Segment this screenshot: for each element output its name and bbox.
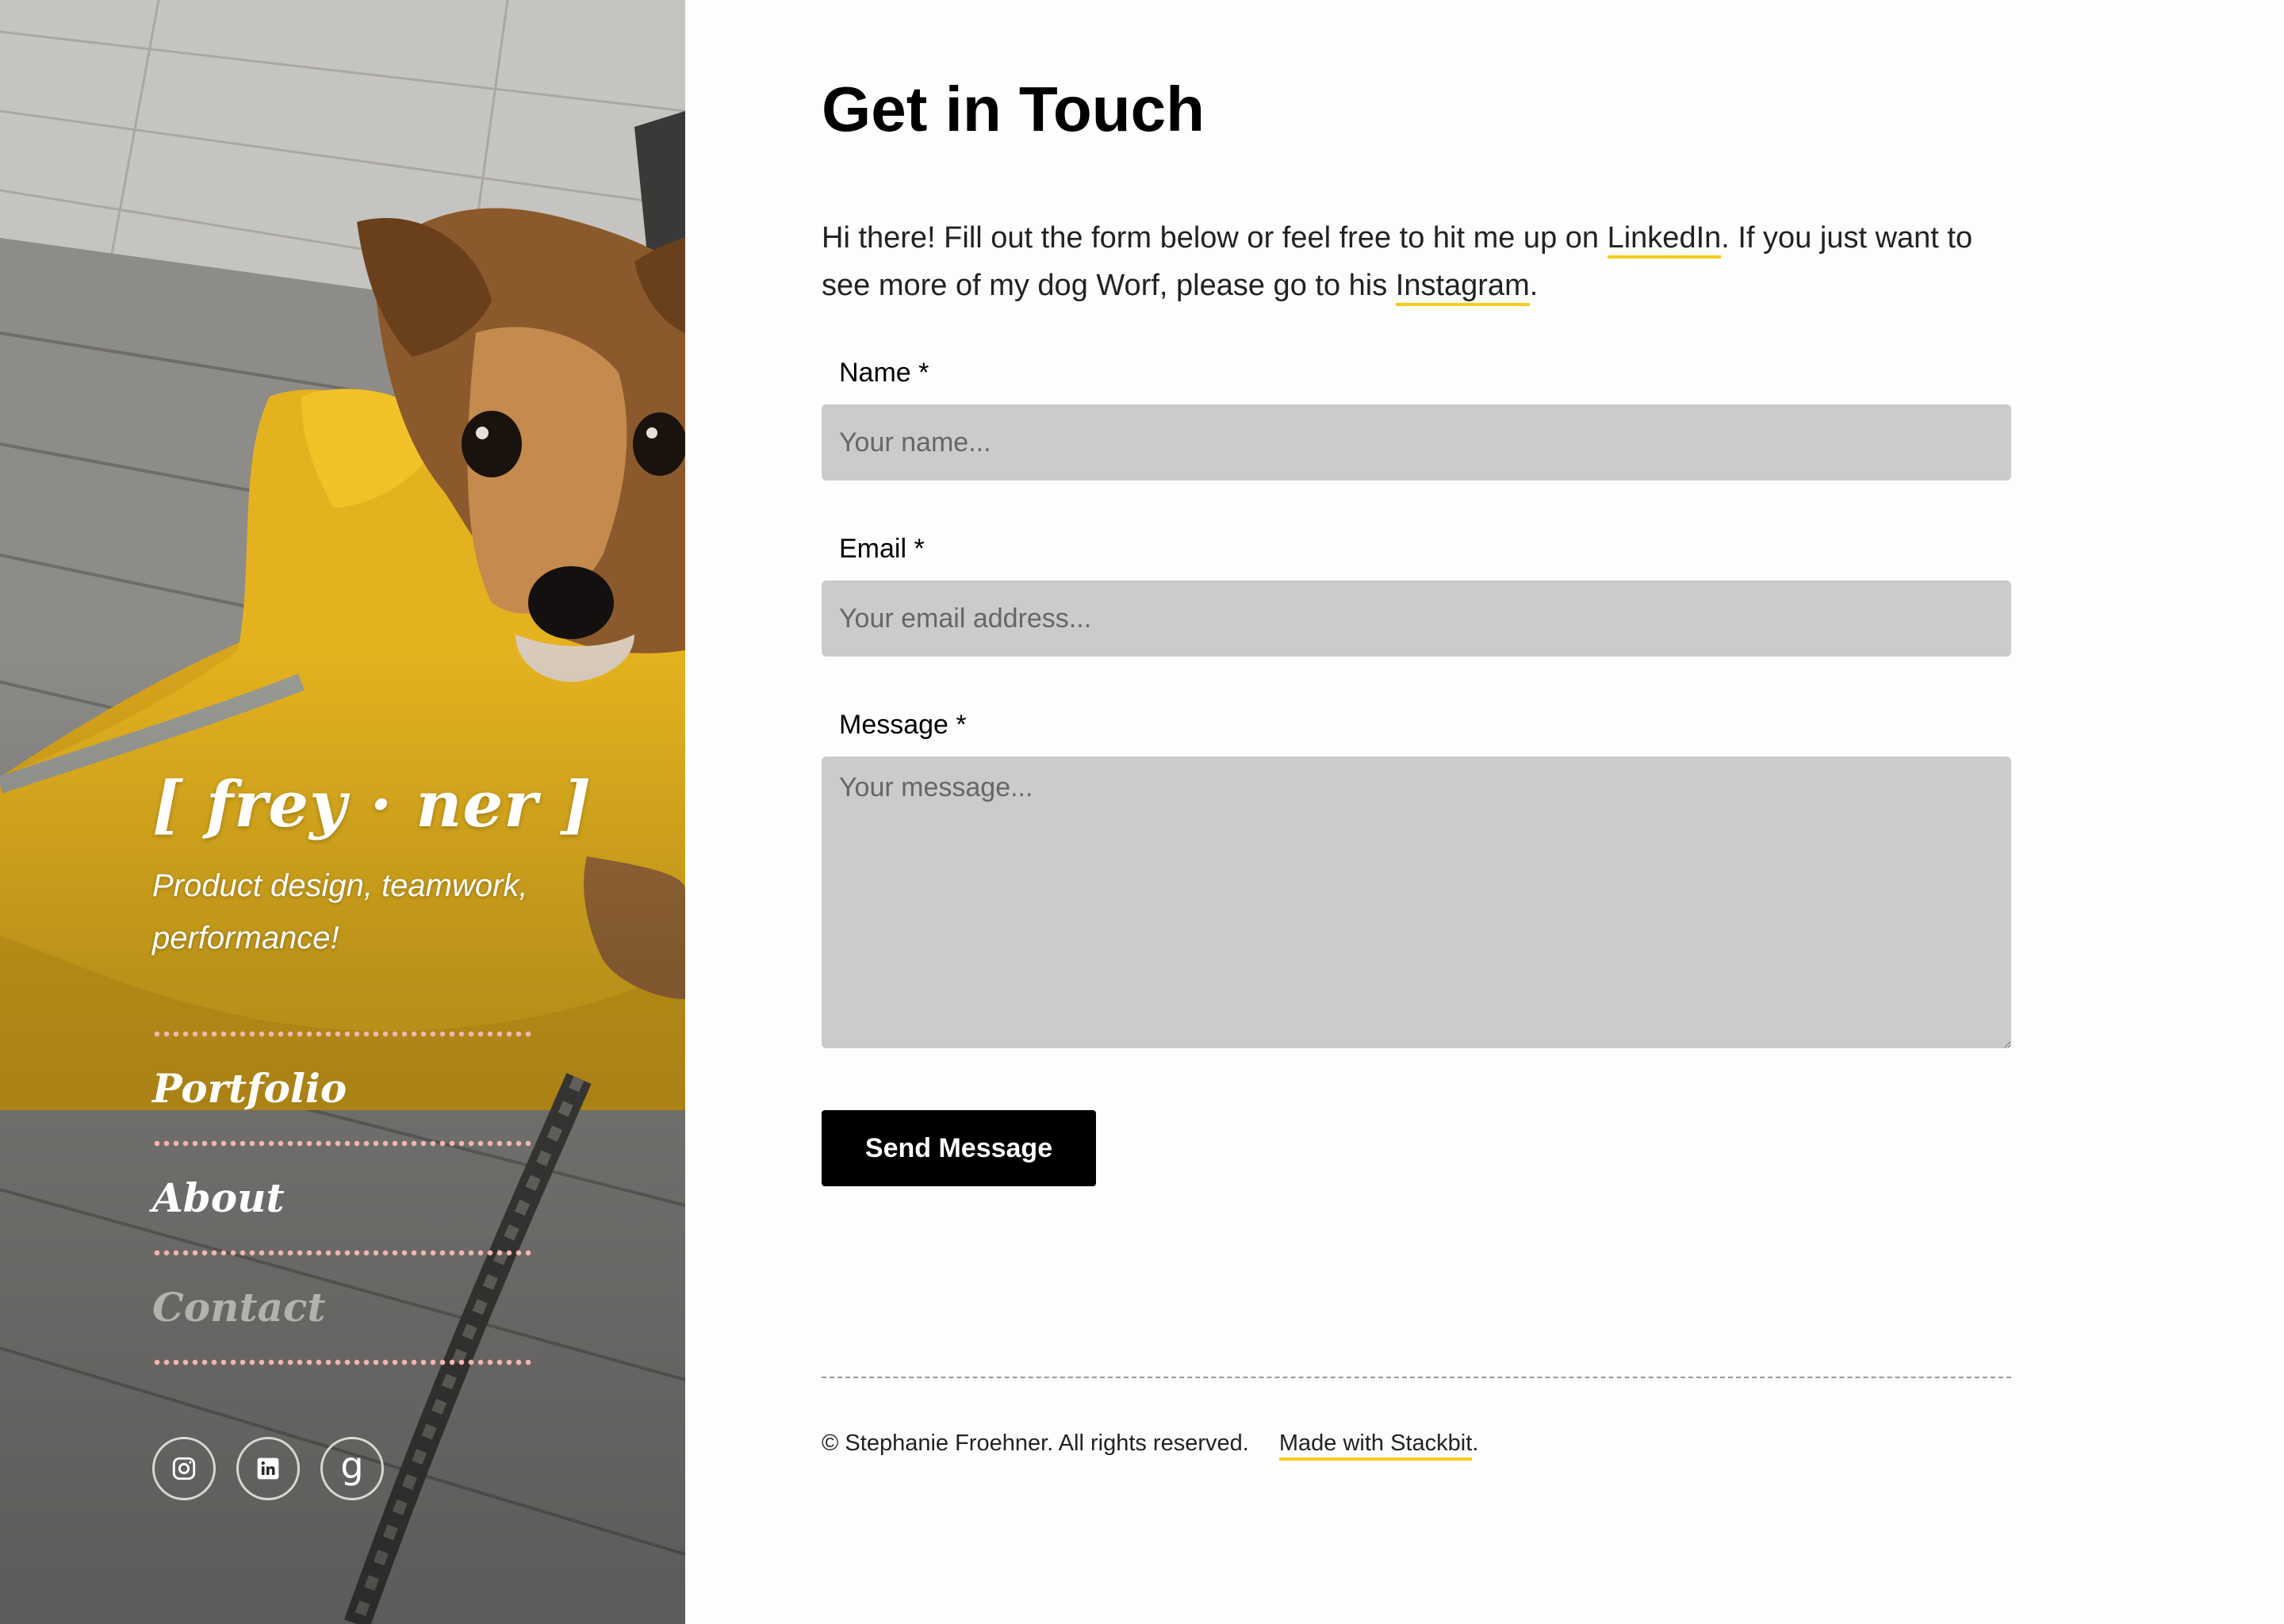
email-label: Email * (839, 534, 925, 564)
email-input[interactable] (822, 580, 2011, 657)
main-nav: Portfolio About Contact (152, 1031, 533, 1365)
message-label: Message * (839, 710, 967, 740)
main-content: Get in Touch Hi there! Fill out the form… (822, 0, 2011, 1461)
footer-divider (822, 1377, 2011, 1378)
footer-period: . (1472, 1431, 1479, 1456)
footer: © Stephanie Froehner. All rights reserve… (822, 1427, 2011, 1461)
name-field-group: Name * (822, 357, 2011, 481)
goodreads-link[interactable]: g (320, 1437, 384, 1500)
nav-divider (152, 1140, 533, 1147)
sidebar-content: [ frey · ner ] Product design, teamwork,… (152, 764, 591, 1500)
contact-form: Name * Email * Message * Send Message (822, 357, 2011, 1186)
nav-item-contact[interactable]: Contact (152, 1256, 533, 1359)
sidebar: [ frey · ner ] Product design, teamwork,… (0, 0, 685, 1624)
nav-item-about[interactable]: About (152, 1147, 533, 1250)
instagram-link[interactable] (152, 1437, 216, 1500)
instagram-icon (172, 1457, 196, 1480)
copyright-text: © Stephanie Froehner. All rights reserve… (822, 1431, 1249, 1456)
email-field-group: Email * (822, 533, 2011, 657)
intro-text-end: . (1529, 269, 1539, 302)
instagram-text-link[interactable]: Instagram (1395, 269, 1530, 306)
name-input[interactable] (822, 404, 2011, 481)
send-message-button[interactable]: Send Message (822, 1110, 1096, 1186)
linkedin-icon (257, 1457, 279, 1480)
intro-text-start: Hi there! Fill out the form below or fee… (822, 221, 1608, 255)
nav-divider (152, 1359, 533, 1365)
social-links: g (152, 1437, 533, 1500)
linkedin-text-link[interactable]: LinkedIn (1607, 221, 1722, 259)
message-textarea[interactable] (822, 756, 2011, 1048)
name-label: Name * (839, 358, 929, 388)
stackbit-link[interactable]: Made with Stackbit (1278, 1431, 1473, 1461)
message-field-group: Message * (822, 709, 2011, 1048)
linkedin-link[interactable] (236, 1437, 300, 1500)
page-title: Get in Touch (822, 74, 1205, 144)
site-tagline: Product design, teamwork, performance! (152, 868, 528, 956)
intro-paragraph: Hi there! Fill out the form below or fee… (822, 214, 1979, 309)
goodreads-icon: g (340, 1444, 364, 1487)
nav-divider (152, 1250, 533, 1256)
nav-item-portfolio[interactable]: Portfolio (152, 1037, 533, 1140)
site-logo[interactable]: [ frey · ner ] (152, 764, 591, 844)
nav-divider (152, 1031, 533, 1037)
